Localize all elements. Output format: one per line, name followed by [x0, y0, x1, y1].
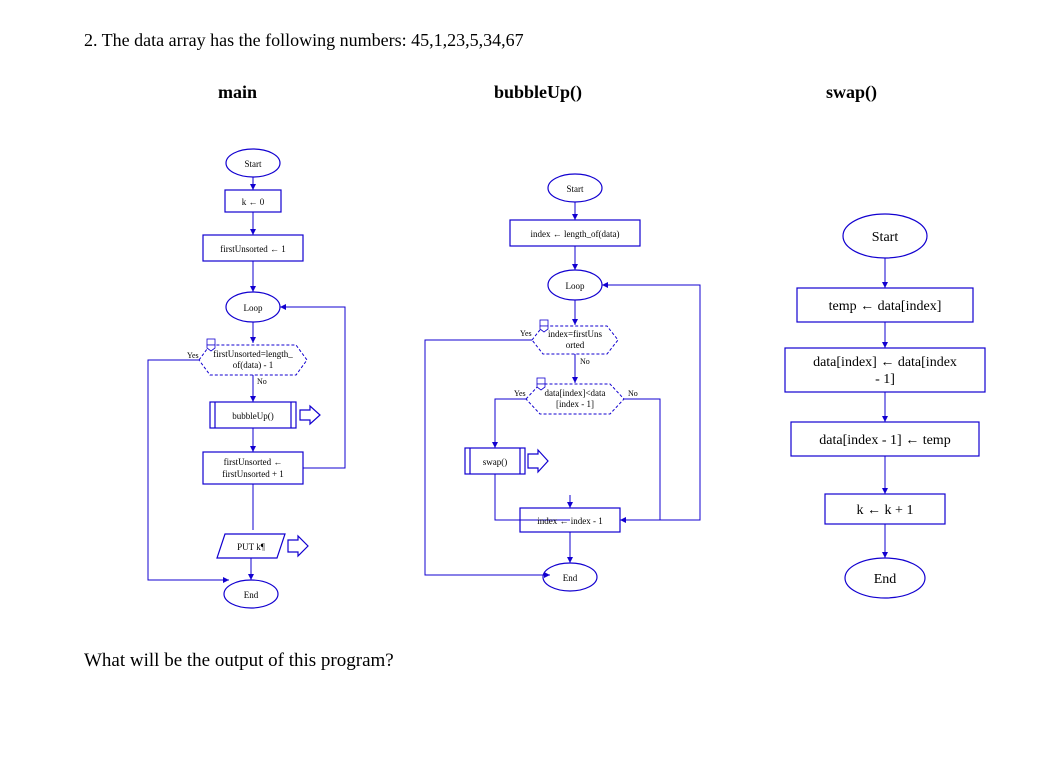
main-end-label: End	[244, 590, 259, 600]
flowchart-main: Start k ← 0 firstUnsorted ← 1 Loop first…	[130, 140, 390, 630]
col-title-bubble: bubbleUp()	[494, 82, 582, 103]
bubble-yes2: Yes	[514, 389, 526, 398]
bubble-decision1-line2: orted	[566, 340, 585, 350]
page: 2. The data array has the following numb…	[0, 0, 1055, 771]
main-no-label: No	[257, 377, 267, 386]
bubble-yes1: Yes	[520, 329, 532, 338]
main-bubbleup-arrow	[300, 406, 320, 424]
bubble-decision2-line2: [index - 1]	[556, 399, 594, 409]
bubble-no1: No	[580, 357, 590, 366]
flowchart-swap: Start temp ← data[index] data[index] ← d…	[770, 208, 1000, 628]
main-decision-line2: of(data) - 1	[233, 360, 273, 370]
bubble-decr-label: index ← index - 1	[537, 516, 603, 526]
col-title-swap: swap()	[826, 82, 877, 103]
bubble-swap-label: swap()	[483, 457, 508, 467]
main-decision-line1: firstUnsorted=length_	[213, 349, 293, 359]
swap-s1-label: temp ← data[index]	[829, 299, 942, 314]
main-incr-line1: firstUnsorted ←	[224, 457, 283, 467]
main-yes-label: Yes	[187, 351, 199, 360]
main-start-label: Start	[245, 159, 262, 169]
swap-s3-label: data[index - 1] ← temp	[819, 433, 950, 448]
swap-end-label: End	[874, 572, 897, 587]
main-bubbleup-label: bubbleUp()	[232, 411, 274, 421]
main-incr-line2: firstUnsorted + 1	[222, 469, 284, 479]
main-loop-label: Loop	[244, 303, 263, 313]
col-title-main: main	[218, 82, 257, 103]
bubble-start-label: Start	[567, 184, 584, 194]
bubble-loop-label: Loop	[566, 281, 585, 291]
swap-s2-line2: - 1]	[875, 372, 895, 387]
question-text: 2. The data array has the following numb…	[84, 30, 524, 51]
main-put-label: PUT k¶	[237, 542, 265, 552]
flowchart-bubbleup: Start index ← length_of(data) Loop index…	[400, 165, 720, 625]
bubble-swap-arrow	[528, 450, 548, 472]
bubble-decision2-line1: data[index]<data	[544, 388, 605, 398]
bubble-idxlen-label: index ← length_of(data)	[531, 229, 620, 239]
main-put-arrow	[288, 536, 308, 556]
main-k0-label: k ← 0	[242, 197, 265, 207]
bubble-no2: No	[628, 389, 638, 398]
swap-start-label: Start	[872, 230, 899, 245]
bubble-decision1-line1: index=firstUns	[548, 329, 603, 339]
main-fu1-label: firstUnsorted ← 1	[220, 244, 286, 254]
swap-s2-line1: data[index] ← data[index	[813, 355, 957, 370]
question-suffix: What will be the output of this program?	[84, 650, 394, 672]
swap-s4-label: k ← k + 1	[857, 503, 914, 518]
bubble-end-label: End	[563, 573, 578, 583]
